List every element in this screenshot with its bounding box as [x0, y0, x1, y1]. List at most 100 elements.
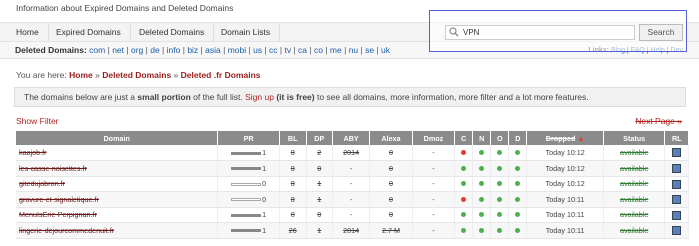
col-domain[interactable]: Domain	[16, 131, 219, 145]
tld-link-info[interactable]: info	[167, 45, 181, 55]
domain-link[interactable]: kaajob.fr	[19, 148, 47, 157]
tld-link-asia[interactable]: asia	[205, 45, 221, 55]
dmoz-value: -	[432, 179, 435, 189]
domain-link[interactable]: MenuIsErie-Perpignan.fr	[19, 210, 97, 219]
tld-link-mobi[interactable]: mobi	[228, 45, 246, 55]
registrar-link-icon[interactable]	[672, 148, 682, 158]
dropped-time: Today 10:11	[545, 210, 585, 220]
notice-text: of the full list.	[190, 92, 246, 102]
tld-list: com | net | org | de | info | biz | asia…	[89, 45, 390, 55]
col-alexa[interactable]: Alexa	[369, 131, 413, 145]
pagerank-value: 0	[262, 194, 267, 204]
tab-home[interactable]: Home	[0, 23, 49, 42]
domain-link[interactable]: les-casse-noisettes.fr	[19, 164, 87, 173]
status-text[interactable]: available	[620, 179, 648, 188]
tld-link-cc[interactable]: cc	[269, 45, 278, 55]
domain-link[interactable]: gravure-et-signaletique.fr	[19, 195, 99, 204]
dmoz-cell: -	[412, 176, 456, 192]
next-page-link[interactable]: Next Page »	[635, 116, 682, 126]
tab-domain-lists[interactable]: Domain Lists	[212, 23, 281, 42]
tab-deleted-domains[interactable]: Deleted Domains	[130, 23, 215, 42]
col-d[interactable]: D	[508, 131, 528, 145]
show-filter-link[interactable]: Show Filter	[16, 116, 59, 126]
pagerank-bar	[231, 213, 262, 217]
pagerank-bar	[231, 229, 262, 233]
tld-separator: |	[322, 45, 328, 55]
tld-link-ca[interactable]: ca	[298, 45, 307, 55]
domain-cell[interactable]: lingerie-dejourcommedenuit.fr	[16, 222, 219, 239]
tld-link-de[interactable]: de	[150, 45, 159, 55]
pr-cell: 0	[217, 176, 280, 192]
bl-value: 0	[290, 148, 295, 157]
tld-link-biz[interactable]: biz	[187, 45, 198, 55]
status-text[interactable]: available	[620, 148, 648, 157]
tld-link-com[interactable]: com	[89, 45, 105, 55]
registrar-link-icon[interactable]	[672, 179, 682, 189]
col-aby[interactable]: ABY	[332, 131, 371, 145]
dmoz-value: -	[432, 148, 435, 157]
col-pr[interactable]: PR	[217, 131, 280, 145]
registrar-link-icon[interactable]	[672, 195, 682, 205]
domain-link[interactable]: lingerie-dejourcommedenuit.fr	[19, 226, 114, 235]
search-button[interactable]: Search	[639, 24, 683, 41]
dp-cell: 0	[306, 160, 334, 177]
status-dot-icon	[515, 212, 521, 218]
tab-expired-domains[interactable]: Expired Domains	[47, 23, 131, 42]
domain-link[interactable]: gitedujabron.fr	[19, 179, 65, 188]
tld-link-us[interactable]: us	[253, 45, 262, 55]
breadcrumb-deleted-domains[interactable]: Deleted Domains	[102, 70, 171, 80]
tld-separator: |	[143, 45, 148, 55]
pagerank-value: 0	[262, 179, 267, 189]
tld-link-org[interactable]: org	[131, 45, 143, 55]
registrar-link-icon[interactable]	[672, 226, 682, 236]
status-text[interactable]: available	[620, 226, 648, 235]
bl-cell: 0	[279, 207, 307, 223]
breadcrumb-home[interactable]: Home	[69, 70, 93, 80]
domain-cell[interactable]: les-casse-noisettes.fr	[16, 160, 219, 177]
alexa-cell: 0	[369, 207, 413, 223]
dropped-time: Today 10:12	[545, 179, 585, 189]
col-rl[interactable]: RL	[664, 131, 689, 145]
registrar-link-icon[interactable]	[672, 210, 682, 220]
tld-link-net[interactable]: net	[112, 45, 124, 55]
status-dot-icon	[479, 181, 485, 187]
tld-link-co[interactable]: co	[314, 45, 323, 55]
tld-link-uk[interactable]: uk	[381, 45, 390, 55]
alexa-value: 2.7 M	[381, 225, 400, 235]
signup-link[interactable]: Sign up	[245, 92, 274, 102]
status-dot-icon	[515, 165, 521, 171]
col-dp[interactable]: DP	[306, 131, 334, 145]
domain-cell[interactable]: MenuIsErie-Perpignan.fr	[16, 207, 219, 223]
status-text[interactable]: available	[620, 210, 648, 219]
search-input[interactable]	[445, 25, 635, 40]
col-n[interactable]: N	[472, 131, 492, 145]
dmoz-cell: -	[412, 222, 456, 239]
col-dmoz[interactable]: Dmoz	[412, 131, 456, 145]
aby-value: -	[349, 210, 353, 220]
domain-cell[interactable]: gitedujabron.fr	[16, 176, 219, 192]
aby-cell: 2014	[332, 222, 371, 239]
dp-value: 1	[317, 194, 322, 204]
tld-link-nu[interactable]: nu	[349, 45, 358, 55]
col-status[interactable]: Status	[603, 131, 666, 145]
col-o[interactable]: O	[490, 131, 510, 145]
dropped-time: Today 10:11	[545, 225, 585, 235]
domain-cell[interactable]: kaajob.fr	[16, 145, 219, 161]
tld-link-se[interactable]: se	[365, 45, 374, 55]
status-text[interactable]: available	[620, 164, 648, 173]
col-dropped[interactable]: Dropped ▲	[526, 131, 604, 145]
dmoz-cell: -	[412, 207, 456, 223]
status-text[interactable]: available	[620, 195, 648, 204]
col-c[interactable]: C	[454, 131, 474, 145]
tld-link-me[interactable]: me	[330, 45, 342, 55]
breadcrumb-deleted-fr[interactable]: Deleted .fr Domains	[181, 70, 261, 80]
tld-separator: |	[124, 45, 129, 55]
status-dot-icon	[461, 181, 467, 187]
status-dot-icon	[497, 227, 503, 233]
status-dot-icon	[461, 212, 467, 218]
registrar-link-icon[interactable]	[672, 164, 682, 174]
status-dot-icon	[515, 196, 521, 202]
dropped-time: Today 10:11	[545, 194, 585, 204]
domain-cell[interactable]: gravure-et-signaletique.fr	[16, 191, 219, 208]
col-bl[interactable]: BL	[279, 131, 307, 145]
